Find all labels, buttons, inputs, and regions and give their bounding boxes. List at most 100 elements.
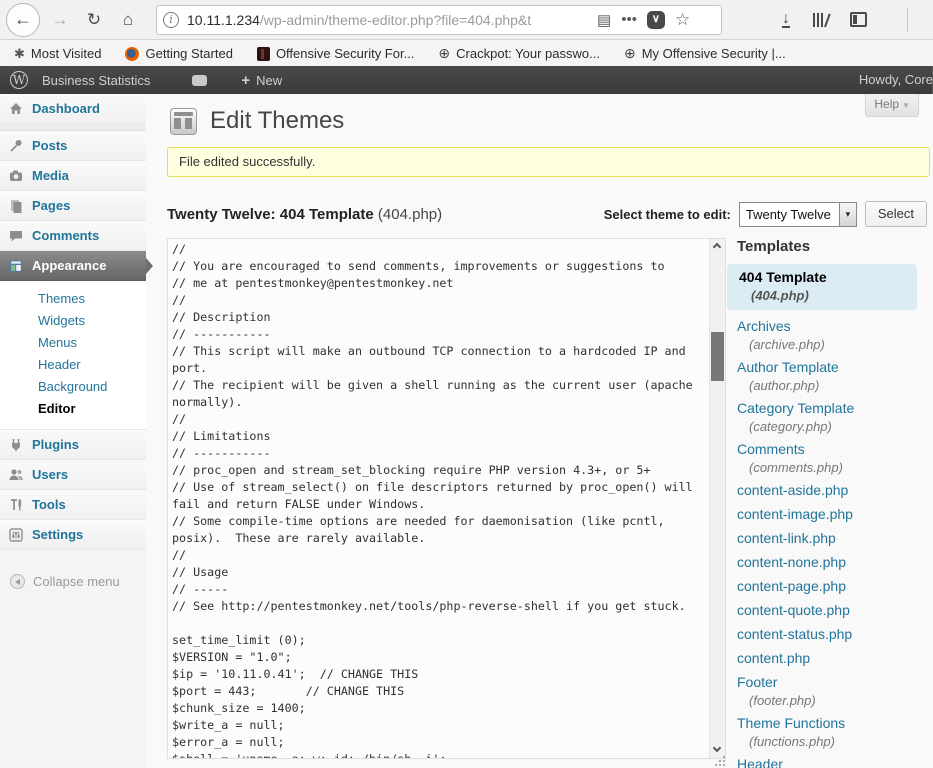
template-name[interactable]: Archives bbox=[737, 318, 929, 335]
dropdown-arrow-icon[interactable]: ▾ bbox=[839, 203, 856, 226]
sidebar-item-posts[interactable]: Posts bbox=[0, 131, 146, 161]
template-item-comments[interactable]: Comments (comments.php) bbox=[737, 441, 929, 475]
template-item-category[interactable]: Category Template (category.php) bbox=[737, 400, 929, 434]
home-icon[interactable]: ⌂ bbox=[114, 6, 142, 34]
site-info-icon[interactable]: i bbox=[163, 12, 179, 28]
submenu-themes[interactable]: Themes bbox=[0, 288, 146, 310]
admin-bar-new-button[interactable]: + New bbox=[241, 72, 282, 89]
sidebar-item-comments[interactable]: Comments bbox=[0, 221, 146, 251]
template-item-content-aside[interactable]: content-aside.php bbox=[737, 482, 929, 499]
theme-select-dropdown[interactable]: Twenty Twelve ▾ bbox=[739, 202, 857, 227]
sidebar-item-dashboard[interactable]: Dashboard bbox=[0, 94, 146, 124]
template-name[interactable]: Comments bbox=[737, 441, 929, 458]
url-text[interactable]: 10.11.1.234/wp-admin/theme-editor.php?fi… bbox=[187, 12, 587, 28]
theme-select-row: Select theme to edit: Twenty Twelve ▾ Se… bbox=[604, 201, 927, 227]
bookmark-getting-started[interactable]: Getting Started bbox=[125, 46, 232, 61]
bookmark-my-offensive-security[interactable]: ⊕ My Offensive Security |... bbox=[624, 45, 786, 62]
template-item-author[interactable]: Author Template (author.php) bbox=[737, 359, 929, 393]
template-name[interactable]: content-none.php bbox=[737, 554, 929, 571]
template-item-404[interactable]: 404 Template (404.php) bbox=[727, 264, 917, 310]
url-bar[interactable]: i 10.11.1.234/wp-admin/theme-editor.php?… bbox=[156, 5, 722, 35]
downloads-icon[interactable]: ↓ bbox=[782, 12, 790, 28]
template-item-content-image[interactable]: content-image.php bbox=[737, 506, 929, 523]
success-notice: File edited successfully. bbox=[167, 147, 930, 177]
scroll-up-icon[interactable] bbox=[710, 239, 725, 254]
template-name[interactable]: content-page.php bbox=[737, 578, 929, 595]
admin-bar-account-menu[interactable]: Howdy, Core bbox=[859, 66, 933, 94]
submenu-background[interactable]: Background bbox=[0, 376, 146, 398]
admin-bar-site-name[interactable]: Business Statistics bbox=[42, 73, 150, 88]
sidebar-item-pages[interactable]: Pages bbox=[0, 191, 146, 221]
bookmark-star-icon[interactable]: ☆ bbox=[675, 10, 690, 30]
sidebar-toggle-icon[interactable] bbox=[850, 12, 867, 27]
resize-grip[interactable] bbox=[715, 755, 726, 766]
template-file: (comments.php) bbox=[749, 460, 929, 475]
template-name[interactable]: Theme Functions bbox=[737, 715, 929, 732]
page-title: Edit Themes bbox=[210, 107, 344, 135]
sidebar-item-media[interactable]: Media bbox=[0, 161, 146, 191]
template-item-header[interactable]: Header (header.php) bbox=[737, 756, 929, 768]
reload-icon[interactable]: ↻ bbox=[80, 6, 108, 34]
template-item-functions[interactable]: Theme Functions (functions.php) bbox=[737, 715, 929, 749]
template-item-content-php[interactable]: content.php bbox=[737, 650, 929, 667]
users-icon bbox=[8, 467, 24, 483]
template-name[interactable]: content.php bbox=[737, 650, 929, 667]
code-scroll-area[interactable]: // // You are encouraged to send comment… bbox=[168, 239, 709, 758]
wordpress-logo-icon[interactable]: W bbox=[10, 71, 28, 89]
tools-icon bbox=[8, 497, 24, 513]
sidebar-item-users[interactable]: Users bbox=[0, 460, 146, 490]
template-name[interactable]: Author Template bbox=[737, 359, 929, 376]
pin-icon bbox=[8, 138, 24, 154]
template-name[interactable]: content-status.php bbox=[737, 626, 929, 643]
template-name[interactable]: 404 Template bbox=[739, 269, 905, 286]
toolbar-separator bbox=[907, 8, 908, 32]
template-item-footer[interactable]: Footer (footer.php) bbox=[737, 674, 929, 708]
bookmark-label: My Offensive Security |... bbox=[642, 46, 786, 61]
help-tab[interactable]: Help▼ bbox=[865, 94, 919, 117]
forward-icon[interactable]: → bbox=[46, 6, 74, 34]
theme-code-editor[interactable]: // // You are encouraged to send comment… bbox=[167, 238, 726, 759]
sidebar-item-plugins[interactable]: Plugins bbox=[0, 430, 146, 460]
plugin-icon bbox=[8, 437, 24, 453]
template-item-content-status[interactable]: content-status.php bbox=[737, 626, 929, 643]
url-host: 10.11.1.234 bbox=[187, 12, 260, 28]
collapse-menu-button[interactable]: Collapse menu bbox=[0, 566, 146, 596]
page-actions-icon[interactable]: ••• bbox=[621, 11, 637, 28]
template-file: (author.php) bbox=[749, 378, 929, 393]
collapse-menu-label: Collapse menu bbox=[33, 574, 120, 589]
comments-bubble-icon[interactable] bbox=[192, 75, 207, 86]
bookmark-offensive-security[interactable]: Offensive Security For... bbox=[257, 46, 414, 61]
library-icon[interactable] bbox=[812, 12, 828, 28]
appearance-submenu: Themes Widgets Menus Header Background E… bbox=[0, 281, 146, 430]
scrollbar-thumb[interactable] bbox=[711, 332, 724, 381]
template-name[interactable]: Category Template bbox=[737, 400, 929, 417]
submenu-editor[interactable]: Editor bbox=[0, 398, 146, 420]
sidebar-item-appearance[interactable]: Appearance bbox=[0, 251, 146, 281]
template-name[interactable]: Header bbox=[737, 756, 929, 768]
template-name[interactable]: content-aside.php bbox=[737, 482, 929, 499]
template-name[interactable]: content-image.php bbox=[737, 506, 929, 523]
submenu-menus[interactable]: Menus bbox=[0, 332, 146, 354]
template-item-archives[interactable]: Archives (archive.php) bbox=[737, 318, 929, 352]
template-name[interactable]: Footer bbox=[737, 674, 929, 691]
sidebar-item-tools[interactable]: Tools bbox=[0, 490, 146, 520]
bookmark-label: Crackpot: Your passwo... bbox=[456, 46, 600, 61]
pocket-icon[interactable]: ∨ bbox=[647, 11, 665, 29]
submenu-widgets[interactable]: Widgets bbox=[0, 310, 146, 332]
template-item-content-page[interactable]: content-page.php bbox=[737, 578, 929, 595]
bookmark-crackpot[interactable]: ⊕ Crackpot: Your passwo... bbox=[438, 45, 600, 62]
template-item-content-none[interactable]: content-none.php bbox=[737, 554, 929, 571]
select-theme-button[interactable]: Select bbox=[865, 201, 927, 227]
back-icon[interactable]: ← bbox=[6, 3, 40, 37]
template-item-content-link[interactable]: content-link.php bbox=[737, 530, 929, 547]
template-item-content-quote[interactable]: content-quote.php bbox=[737, 602, 929, 619]
template-name[interactable]: content-link.php bbox=[737, 530, 929, 547]
editor-scrollbar[interactable] bbox=[709, 239, 725, 758]
sidebar-item-settings[interactable]: Settings bbox=[0, 520, 146, 550]
new-label: New bbox=[256, 73, 282, 88]
submenu-header[interactable]: Header bbox=[0, 354, 146, 376]
reader-mode-icon[interactable]: ▤ bbox=[597, 11, 611, 29]
bookmark-most-visited[interactable]: ✱ Most Visited bbox=[14, 46, 101, 62]
code-textarea[interactable]: // // You are encouraged to send comment… bbox=[172, 241, 703, 758]
template-name[interactable]: content-quote.php bbox=[737, 602, 929, 619]
